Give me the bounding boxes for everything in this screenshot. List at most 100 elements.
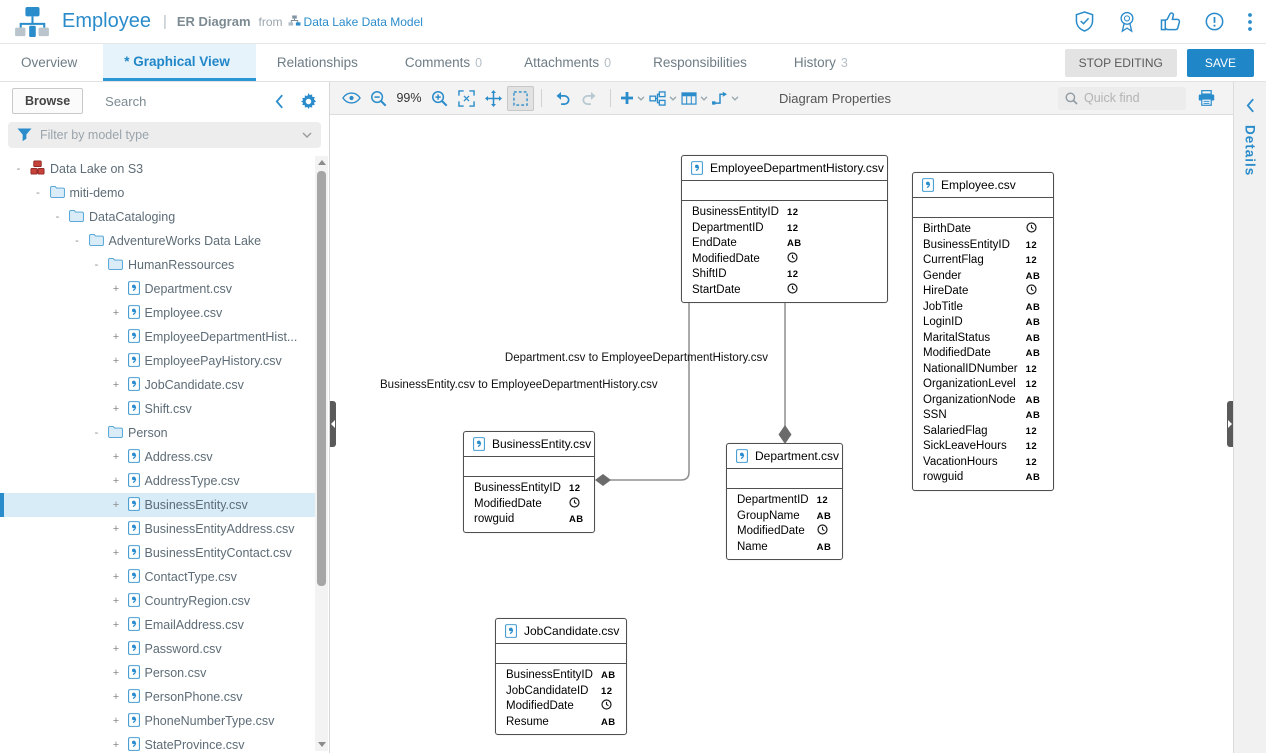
tab[interactable]: Overview [0, 44, 103, 81]
model-link[interactable]: Data Lake Data Model [288, 15, 423, 29]
scroll-up-arrow[interactable] [315, 156, 328, 169]
entity-column-row[interactable]: ModifiedDate [682, 252, 812, 268]
relationship-label[interactable]: BusinessEntity.csv to EmployeeDepartment… [380, 379, 658, 391]
entity-column-row[interactable]: NationalIDNumber [913, 362, 1050, 378]
tree-item[interactable]: - Person [0, 421, 315, 445]
add-entity-dropdown[interactable] [620, 91, 645, 105]
table-display-dropdown[interactable] [681, 92, 708, 105]
entity-column-row[interactable]: SickLeaveHours [913, 439, 1050, 455]
entity-column-row[interactable]: ModifiedDate [727, 524, 841, 540]
scroll-down-arrow[interactable] [315, 738, 328, 751]
tree-item[interactable]: + Address.csv [0, 445, 315, 469]
tree-expander[interactable]: - [90, 427, 103, 439]
entity-column-row[interactable]: GroupName [727, 509, 841, 525]
tree-expander[interactable]: - [51, 211, 64, 223]
tree-expander[interactable]: + [110, 619, 123, 631]
entity-column-row[interactable]: CurrentFlag [913, 253, 1050, 269]
entity-column-row[interactable]: DepartmentID [727, 493, 841, 509]
entity-column-row[interactable]: MaritalStatus [913, 331, 1050, 347]
quick-find-box[interactable] [1058, 87, 1186, 110]
tree-expander[interactable]: + [110, 355, 123, 367]
entity-table-employee[interactable]: Employee.csv BirthDate BusinessEntityID [912, 172, 1054, 491]
diagram-properties-label[interactable]: Diagram Properties [779, 91, 891, 106]
tree-expander[interactable]: + [110, 571, 123, 583]
undo-icon[interactable] [549, 86, 576, 111]
tree-item[interactable]: + EmployeePayHistory.csv [0, 349, 315, 373]
relationship-label[interactable]: Department.csv to EmployeeDepartmentHist… [490, 352, 768, 364]
entity-table-business-entity[interactable]: BusinessEntity.csv BusinessEntityID Modi… [463, 431, 595, 533]
tree-expander[interactable]: + [110, 667, 123, 679]
entity-column-row[interactable]: OrganizationLevel [913, 377, 1050, 393]
tree-expander[interactable]: + [110, 475, 123, 487]
entity-column-row[interactable]: LoginID [913, 315, 1050, 331]
stop-editing-button[interactable]: STOP EDITING [1065, 49, 1177, 77]
certification-award-icon[interactable] [1118, 11, 1136, 33]
tree-item[interactable]: + EmailAddress.csv [0, 613, 315, 637]
tree-item[interactable]: + Password.csv [0, 637, 315, 661]
tree-item[interactable]: - AdventureWorks Data Lake [0, 229, 315, 253]
zoom-out-icon[interactable] [365, 86, 392, 111]
tree-item[interactable]: + StateProvince.csv [0, 733, 315, 753]
search-tab[interactable]: Search [105, 94, 146, 109]
entity-column-row[interactable]: BusinessEntityID [496, 668, 626, 684]
entity-column-row[interactable]: BirthDate [913, 222, 1050, 238]
sidebar-settings-gear-icon[interactable] [300, 93, 317, 110]
tab[interactable]: Attachments 0 [503, 44, 632, 81]
entity-column-row[interactable]: SalariedFlag [913, 424, 1050, 440]
tab[interactable]: * Graphical View [103, 44, 256, 81]
issues-alert-icon[interactable] [1205, 12, 1224, 31]
entity-column-row[interactable]: VacationHours [913, 455, 1050, 471]
pan-tool-icon[interactable] [480, 86, 507, 111]
tree-scrollbar[interactable] [315, 156, 328, 751]
tab[interactable]: Responsibilities [632, 44, 773, 81]
model-tree[interactable]: - Data Lake on S3 - [0, 154, 329, 753]
entity-column-row[interactable]: BusinessEntityID [682, 205, 812, 221]
collapse-sidebar-chevron-icon[interactable] [275, 94, 284, 109]
entity-column-row[interactable]: BusinessEntityID [913, 238, 1050, 254]
entity-column-row[interactable]: EndDate [682, 236, 812, 252]
tree-item[interactable]: + EmployeeDepartmentHist... [0, 325, 315, 349]
marquee-select-tool-icon[interactable] [507, 86, 534, 111]
tree-expander[interactable]: + [110, 643, 123, 655]
tree-expander[interactable]: + [110, 523, 123, 535]
tree-expander[interactable]: + [110, 691, 123, 703]
tree-item[interactable]: - Data Lake on S3 [0, 157, 315, 181]
tree-item[interactable]: - miti-demo [0, 181, 315, 205]
print-icon[interactable] [1198, 90, 1215, 106]
entity-column-row[interactable]: ModifiedDate [496, 699, 626, 715]
entity-column-row[interactable]: Resume [496, 715, 626, 731]
model-type-filter-dropdown[interactable]: Filter by model type [8, 122, 321, 148]
tree-expander[interactable]: + [110, 379, 123, 391]
tree-item[interactable]: + Person.csv [0, 661, 315, 685]
browse-tab-button[interactable]: Browse [12, 88, 83, 114]
tree-expander[interactable]: + [110, 451, 123, 463]
tree-expander[interactable]: + [110, 595, 123, 607]
tree-item[interactable]: + Shift.csv [0, 397, 315, 421]
quick-find-input[interactable] [1084, 91, 1174, 105]
tree-item[interactable]: + BusinessEntityAddress.csv [0, 517, 315, 541]
tree-item[interactable]: + BusinessEntity.csv [0, 493, 315, 517]
fit-to-screen-icon[interactable] [453, 86, 480, 111]
tree-expander[interactable]: - [90, 259, 103, 271]
auto-layout-dropdown[interactable] [649, 91, 677, 106]
tree-item[interactable]: + ContactType.csv [0, 565, 315, 589]
entity-column-row[interactable]: rowguid [913, 470, 1050, 486]
tab[interactable]: History 3 [773, 44, 869, 81]
details-panel-label[interactable]: Details [1243, 125, 1258, 176]
tree-item[interactable]: - HumanRessources [0, 253, 315, 277]
tab[interactable]: Relationships [256, 44, 384, 81]
tree-expander[interactable]: + [110, 331, 123, 343]
zoom-in-icon[interactable] [426, 86, 453, 111]
entity-column-row[interactable]: JobTitle [913, 300, 1050, 316]
tree-expander[interactable]: + [110, 403, 123, 415]
tree-expander[interactable]: + [110, 499, 123, 511]
entity-column-row[interactable]: SSN [913, 408, 1050, 424]
tree-item[interactable]: + Employee.csv [0, 301, 315, 325]
redo-icon[interactable] [576, 86, 603, 111]
tree-expander[interactable]: - [32, 187, 45, 199]
tree-expander[interactable]: + [110, 715, 123, 727]
entity-column-row[interactable]: ShiftID [682, 267, 812, 283]
entity-column-row[interactable]: HireDate [913, 284, 1050, 300]
entity-column-row[interactable]: OrganizationNode [913, 393, 1050, 409]
more-options-kebab-icon[interactable] [1248, 13, 1252, 31]
